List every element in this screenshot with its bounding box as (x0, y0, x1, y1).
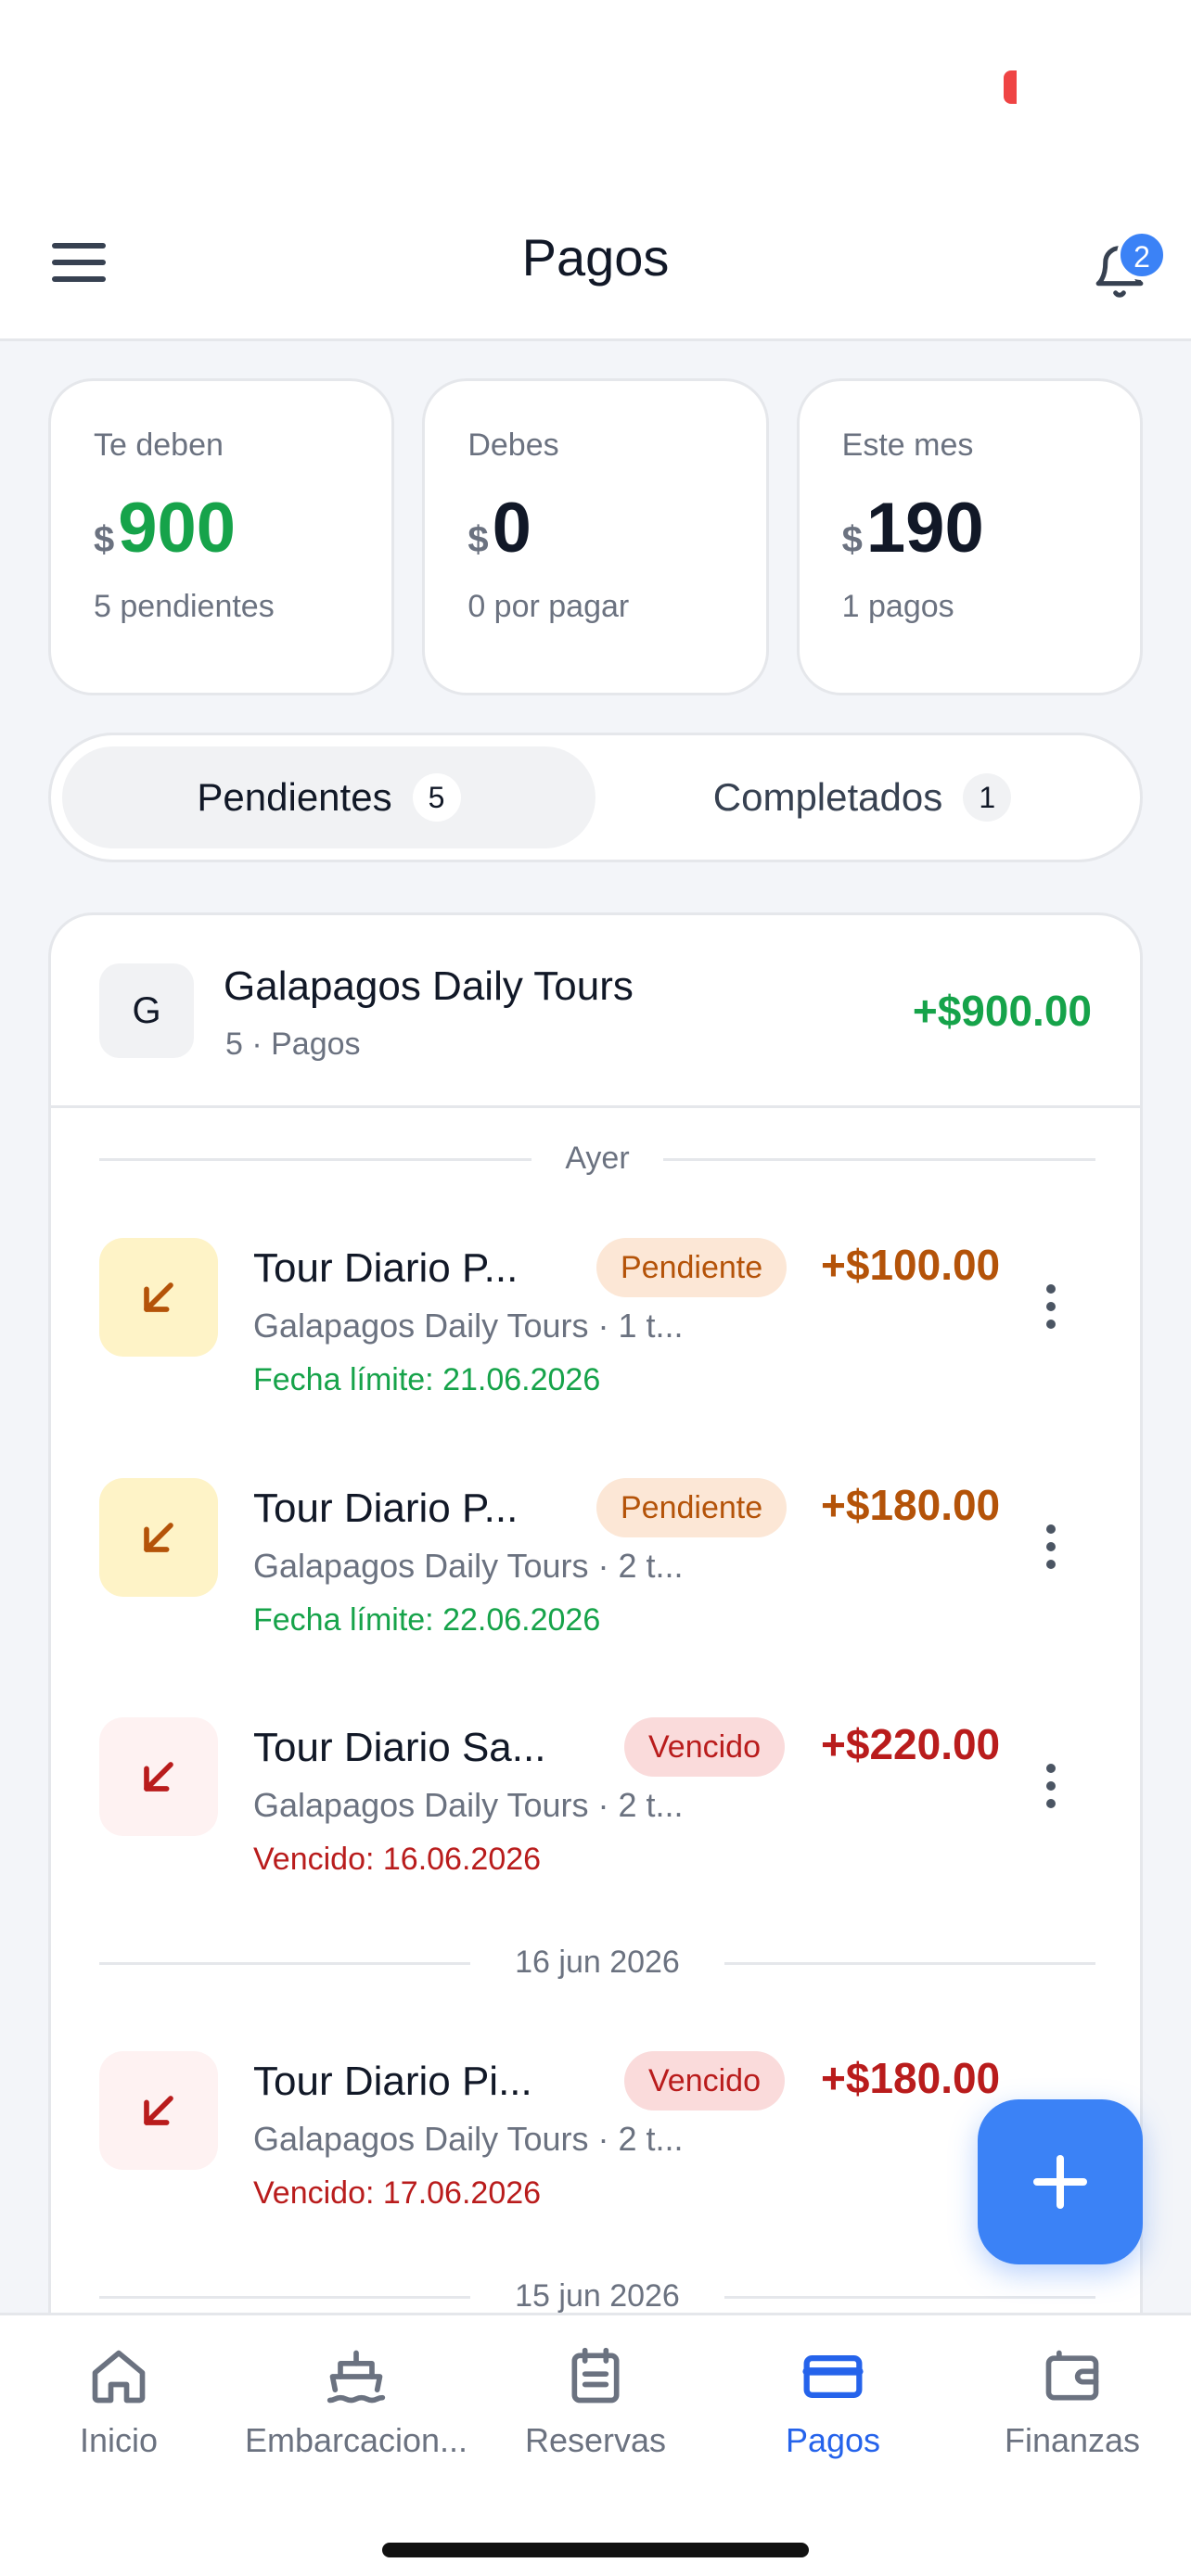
recording-indicator (1004, 70, 1017, 104)
date-divider-label: 15 jun 2026 (99, 2278, 1095, 2315)
notification-badge: 2 (1117, 230, 1167, 280)
incoming-arrow-icon (99, 2051, 218, 2170)
payment-due-date: Fecha límite: 21.06.2026 (253, 1362, 601, 1397)
payment-due-date: Vencido: 16.06.2026 (253, 1842, 542, 1877)
tab-label: Pendientes (197, 775, 392, 819)
notifications-button[interactable]: 2 (1083, 230, 1167, 304)
incoming-arrow-icon (99, 1717, 218, 1836)
card-subtitle: 0 por pagar (467, 589, 630, 624)
payment-item[interactable]: Tour Diario P... Pendiente +$180.00 Gala… (99, 1478, 1095, 1664)
nav-label: Embarcacion... (244, 2421, 468, 2459)
card-subtitle: 1 pagos (841, 589, 954, 624)
card-amount: $190 (841, 489, 984, 567)
payment-title: Tour Diario Sa... (253, 1725, 546, 1770)
nav-label: Reservas (524, 2421, 667, 2459)
date-divider: 15 jun 2026 (99, 2278, 1095, 2315)
wallet-icon (1045, 2350, 1099, 2401)
more-options-icon[interactable] (1038, 1524, 1064, 1580)
payment-title: Tour Diario Pi... (253, 2059, 532, 2104)
nav-item-pagos[interactable]: Pagos (714, 2345, 952, 2484)
payment-due-date: Vencido: 17.06.2026 (253, 2175, 542, 2211)
avatar: G (99, 963, 194, 1058)
date-divider-label: Ayer (99, 1141, 1095, 1177)
nav-item-reservas[interactable]: Reservas (477, 2345, 714, 2484)
nav-label: Pagos (785, 2421, 881, 2459)
segmented-tabs: Pendientes 5 Completados 1 (48, 733, 1143, 862)
payment-item[interactable]: Tour Diario Pi... Vencido +$180.00 Galap… (99, 2051, 1095, 2237)
group-header[interactable]: G Galapagos Daily Tours 5 · Pagos +$900.… (51, 915, 1140, 1108)
card-label: Este mes (841, 427, 974, 463)
group-name: Galapagos Daily Tours (224, 963, 634, 1009)
nav-item-embarcaciones[interactable]: Embarcacion... (237, 2345, 475, 2484)
nav-item-inicio[interactable]: Inicio (0, 2345, 237, 2484)
incoming-arrow-icon (99, 1478, 218, 1597)
payments-group-panel: G Galapagos Daily Tours 5 · Pagos +$900.… (48, 912, 1143, 2489)
boat-icon (327, 2350, 386, 2404)
date-divider: Ayer (99, 1141, 1095, 1178)
nav-item-finanzas[interactable]: Finanzas (954, 2345, 1191, 2484)
payment-item[interactable]: Tour Diario P... Pendiente +$100.00 Gala… (99, 1238, 1095, 1423)
payment-due-date: Fecha límite: 22.06.2026 (253, 1602, 601, 1638)
tab-pendientes[interactable]: Pendientes 5 (62, 746, 596, 848)
card-label: Debes (467, 427, 559, 463)
date-divider-label: 16 jun 2026 (99, 1945, 1095, 1981)
nav-label: Finanzas (1004, 2421, 1141, 2459)
status-badge: Vencido (624, 1717, 785, 1777)
summary-card-owed-to-you: Te deben $900 5 pendientes (48, 378, 395, 695)
card-subtitle: 5 pendientes (94, 589, 275, 624)
status-badge: Vencido (624, 2051, 785, 2111)
more-options-icon[interactable] (1038, 1284, 1064, 1340)
payment-amount: +$180.00 (821, 2054, 1001, 2102)
payment-subtitle: Galapagos Daily Tours · 2 t... (253, 2120, 684, 2158)
card-amount: $900 (94, 489, 237, 567)
more-options-icon[interactable] (1038, 1764, 1064, 1819)
date-divider: 16 jun 2026 (99, 1945, 1095, 1982)
app-header: Pagos 2 (0, 195, 1191, 341)
payment-title: Tour Diario P... (253, 1486, 519, 1531)
add-payment-button[interactable] (978, 2099, 1143, 2264)
nav-label: Inicio (79, 2421, 159, 2459)
card-icon (802, 2355, 864, 2398)
summary-card-you-owe: Debes $0 0 por pagar (422, 378, 769, 695)
payment-amount: +$220.00 (821, 1720, 1001, 1768)
payment-subtitle: Galapagos Daily Tours · 2 t... (253, 1547, 684, 1585)
card-label: Te deben (94, 427, 224, 463)
payment-title: Tour Diario P... (253, 1245, 519, 1291)
payment-subtitle: Galapagos Daily Tours · 1 t... (253, 1307, 684, 1345)
summary-card-this-month: Este mes $190 1 pagos (796, 378, 1143, 695)
page-title: Pagos (521, 228, 670, 287)
card-amount: $0 (467, 489, 531, 567)
payment-amount: +$180.00 (821, 1481, 1001, 1529)
home-indicator (382, 2543, 809, 2557)
tab-count-badge: 5 (412, 773, 461, 822)
tab-completados[interactable]: Completados 1 (596, 746, 1129, 848)
calendar-icon (571, 2347, 620, 2404)
home-icon (92, 2350, 146, 2404)
status-badge: Pendiente (596, 1478, 788, 1537)
payment-amount: +$100.00 (821, 1241, 1001, 1289)
group-total: +$900.00 (912, 987, 1092, 1035)
group-subtitle: 5 · Pagos (225, 1027, 361, 1062)
status-badge: Pendiente (596, 1238, 788, 1297)
payment-item[interactable]: Tour Diario Sa... Vencido +$220.00 Galap… (99, 1717, 1095, 1903)
tab-count-badge: 1 (963, 773, 1012, 822)
bottom-nav: Inicio Embarcacion... Reservas Pagos Fin… (0, 2313, 1191, 2576)
status-bar (0, 0, 1191, 195)
tab-label: Completados (712, 775, 943, 819)
incoming-arrow-icon (99, 1238, 218, 1357)
summary-cards: Te deben $900 5 pendientes Debes $0 0 po… (48, 378, 1143, 695)
payment-subtitle: Galapagos Daily Tours · 2 t... (253, 1786, 684, 1824)
